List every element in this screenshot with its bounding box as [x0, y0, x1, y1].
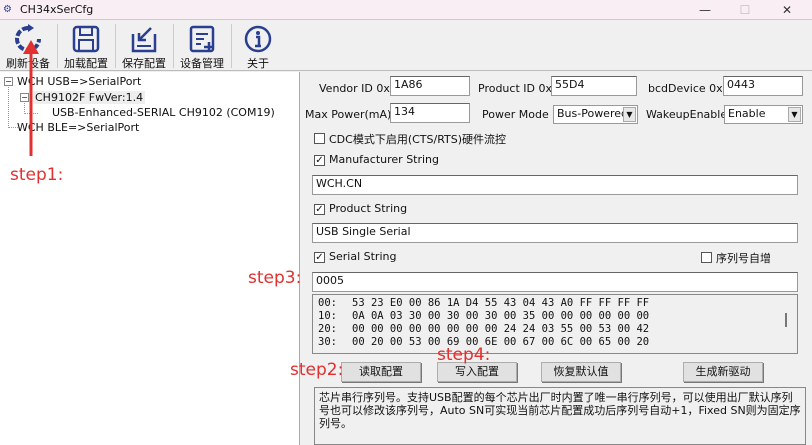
- wakeup-enable-select[interactable]: Enable ▼: [724, 105, 803, 124]
- hex-dump-view[interactable]: 00: 53 23 E0 00 86 1A D4 55 43 04 43 A0 F…: [312, 294, 798, 354]
- tree-expander[interactable]: −: [4, 77, 13, 86]
- hex-address: 10:: [318, 310, 337, 322]
- cdc-flow-control-label: CDC模式下启用(CTS/RTS)硬件流控: [329, 133, 507, 146]
- toolbar-label: 保存配置: [122, 57, 166, 70]
- window-title: CH34xSerCfg: [20, 3, 94, 16]
- device-manage-icon: [189, 25, 215, 53]
- tree-node-chip[interactable]: CH9102F FwVer:1.4: [33, 91, 146, 104]
- write-config-button[interactable]: 写入配置: [437, 362, 517, 382]
- device-tree[interactable]: − WCH USB=>SerialPort − CH9102F FwVer:1.…: [0, 72, 300, 445]
- hex-address: 30:: [318, 336, 337, 348]
- vendor-id-label: Vendor ID 0x: [319, 82, 390, 95]
- max-power-label: Max Power(mA): [305, 108, 392, 121]
- hex-address: 20:: [318, 323, 337, 335]
- chevron-down-icon: ▼: [623, 107, 636, 122]
- hex-bytes: 00 00 00 00 00 00 00 00 24 24 03 55 00 5…: [352, 323, 650, 335]
- close-button[interactable]: ✕: [772, 1, 802, 19]
- product-string-input[interactable]: USB Single Serial: [312, 223, 798, 243]
- minimize-button[interactable]: —: [690, 1, 720, 19]
- read-config-button[interactable]: 读取配置: [341, 362, 421, 382]
- step3-annotation: step3:: [248, 268, 302, 288]
- wakeup-enable-value: Enable: [728, 107, 766, 120]
- step4-annotation: step4:: [437, 345, 491, 365]
- toolbar-label: 加载配置: [64, 57, 108, 70]
- about-button[interactable]: 关于: [234, 22, 282, 70]
- bcd-device-input[interactable]: 0443: [723, 76, 803, 96]
- manufacturer-string-input[interactable]: WCH.CN: [312, 175, 798, 195]
- wakeup-enable-label: WakeupEnable: [646, 108, 728, 121]
- toolbar-separator: [173, 24, 174, 68]
- step1-annotation: step1:: [10, 165, 64, 185]
- chevron-down-icon: ▼: [788, 107, 801, 122]
- save-down-icon: [131, 27, 157, 53]
- toolbar-separator: [115, 24, 116, 68]
- vendor-id-input[interactable]: 1A86: [390, 76, 470, 96]
- hex-bytes: 53 23 E0 00 86 1A D4 55 43 04 43 A0 FF F…: [352, 297, 650, 309]
- maximize-button[interactable]: ☐: [730, 1, 760, 19]
- floppy-icon: [72, 25, 100, 53]
- serial-string-input[interactable]: 0005: [312, 272, 798, 292]
- generate-driver-button[interactable]: 生成新驱动: [683, 362, 763, 382]
- manufacturer-string-checkbox[interactable]: ✓: [314, 155, 325, 166]
- title-bar: ⚙ CH34xSerCfg — ☐ ✕: [0, 0, 812, 20]
- tree-node-port[interactable]: USB-Enhanced-SERIAL CH9102 (COM19): [52, 106, 275, 119]
- info-icon: [244, 25, 272, 53]
- serial-autoincrement-checkbox[interactable]: [701, 252, 712, 263]
- hex-row: 30: 00 20 00 53 00 69 00 6E 00 67 00 6C 0…: [318, 336, 792, 349]
- hex-address: 00:: [318, 297, 337, 309]
- toolbar-label: 关于: [247, 57, 269, 70]
- annotation-arrow-icon: [23, 40, 39, 156]
- hex-row: 10: 0A 0A 03 30 00 30 00 30 00 35 00 00 0…: [318, 310, 792, 323]
- hex-bytes: 0A 0A 03 30 00 30 00 30 00 35 00 00 00 0…: [352, 310, 650, 322]
- scrollbar-thumb[interactable]: [785, 313, 787, 327]
- description-text: 芯片串行序列号。支持USB配置的每个芯片出厂时内置了唯一串行序列号，可以使用出厂…: [314, 387, 806, 445]
- hex-bytes: 00 20 00 53 00 69 00 6E 00 67 00 6C 00 6…: [352, 336, 650, 348]
- toolbar: 刷新设备 加载配置 保存配置 设备管理 关于: [0, 20, 812, 71]
- manufacturer-string-label: Manufacturer String: [329, 153, 440, 166]
- product-string-checkbox[interactable]: ✓: [314, 204, 325, 215]
- restore-defaults-button[interactable]: 恢复默认值: [541, 362, 621, 382]
- device-manager-button[interactable]: 设备管理: [176, 22, 228, 70]
- max-power-input[interactable]: 134: [390, 103, 470, 123]
- bcd-device-label: bcdDevice 0x: [648, 82, 723, 95]
- power-mode-label: Power Mode: [482, 108, 549, 121]
- step2-annotation: step2:: [290, 360, 344, 380]
- serial-string-checkbox[interactable]: ✓: [314, 252, 325, 263]
- serial-autoincrement-label: 序列号自增: [716, 252, 771, 265]
- power-mode-select[interactable]: Bus-Powered ▼: [553, 105, 638, 124]
- hex-row: 00: 53 23 E0 00 86 1A D4 55 43 04 43 A0 F…: [318, 297, 792, 310]
- tree-line: [8, 84, 9, 128]
- app-icon: ⚙: [3, 4, 12, 15]
- product-id-label: Product ID 0x: [478, 82, 552, 95]
- power-mode-value: Bus-Powered: [557, 107, 628, 120]
- load-config-button[interactable]: 加载配置: [60, 22, 112, 70]
- save-config-button[interactable]: 保存配置: [118, 22, 170, 70]
- product-string-label: Product String: [329, 202, 408, 215]
- toolbar-separator: [57, 24, 58, 68]
- serial-string-label: Serial String: [329, 250, 397, 263]
- toolbar-separator: [231, 24, 232, 68]
- hex-row: 20: 00 00 00 00 00 00 00 00 24 24 03 55 0…: [318, 323, 792, 336]
- toolbar-label: 设备管理: [180, 57, 224, 70]
- cdc-flow-control-checkbox[interactable]: [314, 133, 325, 144]
- product-id-input[interactable]: 55D4: [551, 76, 637, 96]
